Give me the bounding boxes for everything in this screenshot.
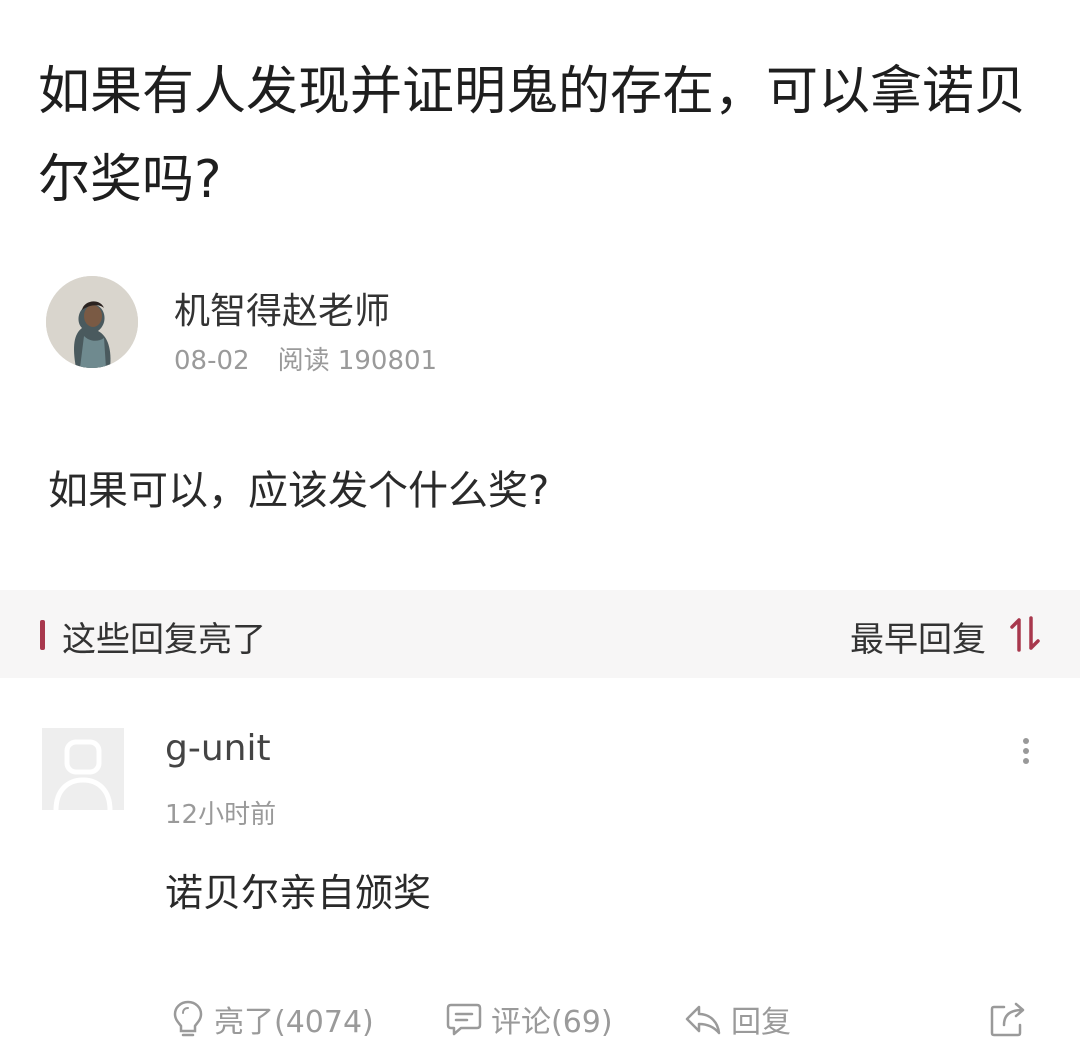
comment-username[interactable]: g-unit <box>165 728 271 769</box>
reply-button[interactable]: 回复 <box>683 992 791 1046</box>
question-description: 如果可以，应该发个什么奖? <box>48 468 550 514</box>
user-avatar-placeholder[interactable] <box>42 728 124 811</box>
author-name[interactable]: 机智得赵老师 <box>174 282 390 334</box>
share-button[interactable] <box>988 992 1036 1046</box>
comment-button[interactable]: 评论(69) <box>445 992 613 1046</box>
speech-bubble-icon <box>446 1003 482 1036</box>
sort-toggle-icon[interactable] <box>1008 616 1042 652</box>
author-avatar[interactable] <box>46 276 138 368</box>
section-title: 这些回复亮了 <box>62 620 266 660</box>
author-meta: 08-02 阅读 190801 <box>174 340 437 377</box>
comment-time: 12小时前 <box>165 800 277 830</box>
view-count: 阅读 190801 <box>277 346 438 376</box>
post-date: 08-02 <box>174 346 250 376</box>
replies-section-header: 这些回复亮了 最早回复 <box>0 590 1080 678</box>
comment-text: 诺贝尔亲自颁奖 <box>165 871 432 915</box>
question-title: 如果有人发现并证明鬼的存在，可以拿诺贝尔奖吗? <box>38 62 1027 210</box>
author-row[interactable]: 机智得赵老师 08-02 阅读 190801 <box>46 276 646 376</box>
reply-arrow-icon <box>685 1005 721 1035</box>
lightbulb-icon <box>173 1000 203 1037</box>
sort-button[interactable]: 最早回复 <box>850 612 986 661</box>
comment-count-label: 评论(69) <box>491 1005 613 1040</box>
comment-actions: 亮了(4074) 评论(69) 回复 <box>0 992 1080 1046</box>
like-button[interactable]: 亮了(4074) <box>170 992 374 1046</box>
comment-item: g-unit 12小时前 诺贝尔亲自颁奖 亮了(4074) 评论(69) 回复 <box>0 700 1080 1062</box>
thread-page: 如果有人发现并证明鬼的存在，可以拿诺贝尔奖吗? 机智得赵老师 08-02 阅读 1… <box>0 0 1080 1062</box>
share-icon <box>990 1002 1025 1037</box>
reply-label: 回复 <box>731 1005 791 1040</box>
section-accent-bar <box>40 620 45 650</box>
more-options-icon[interactable] <box>1016 734 1036 770</box>
like-count-label: 亮了(4074) <box>214 1005 374 1040</box>
